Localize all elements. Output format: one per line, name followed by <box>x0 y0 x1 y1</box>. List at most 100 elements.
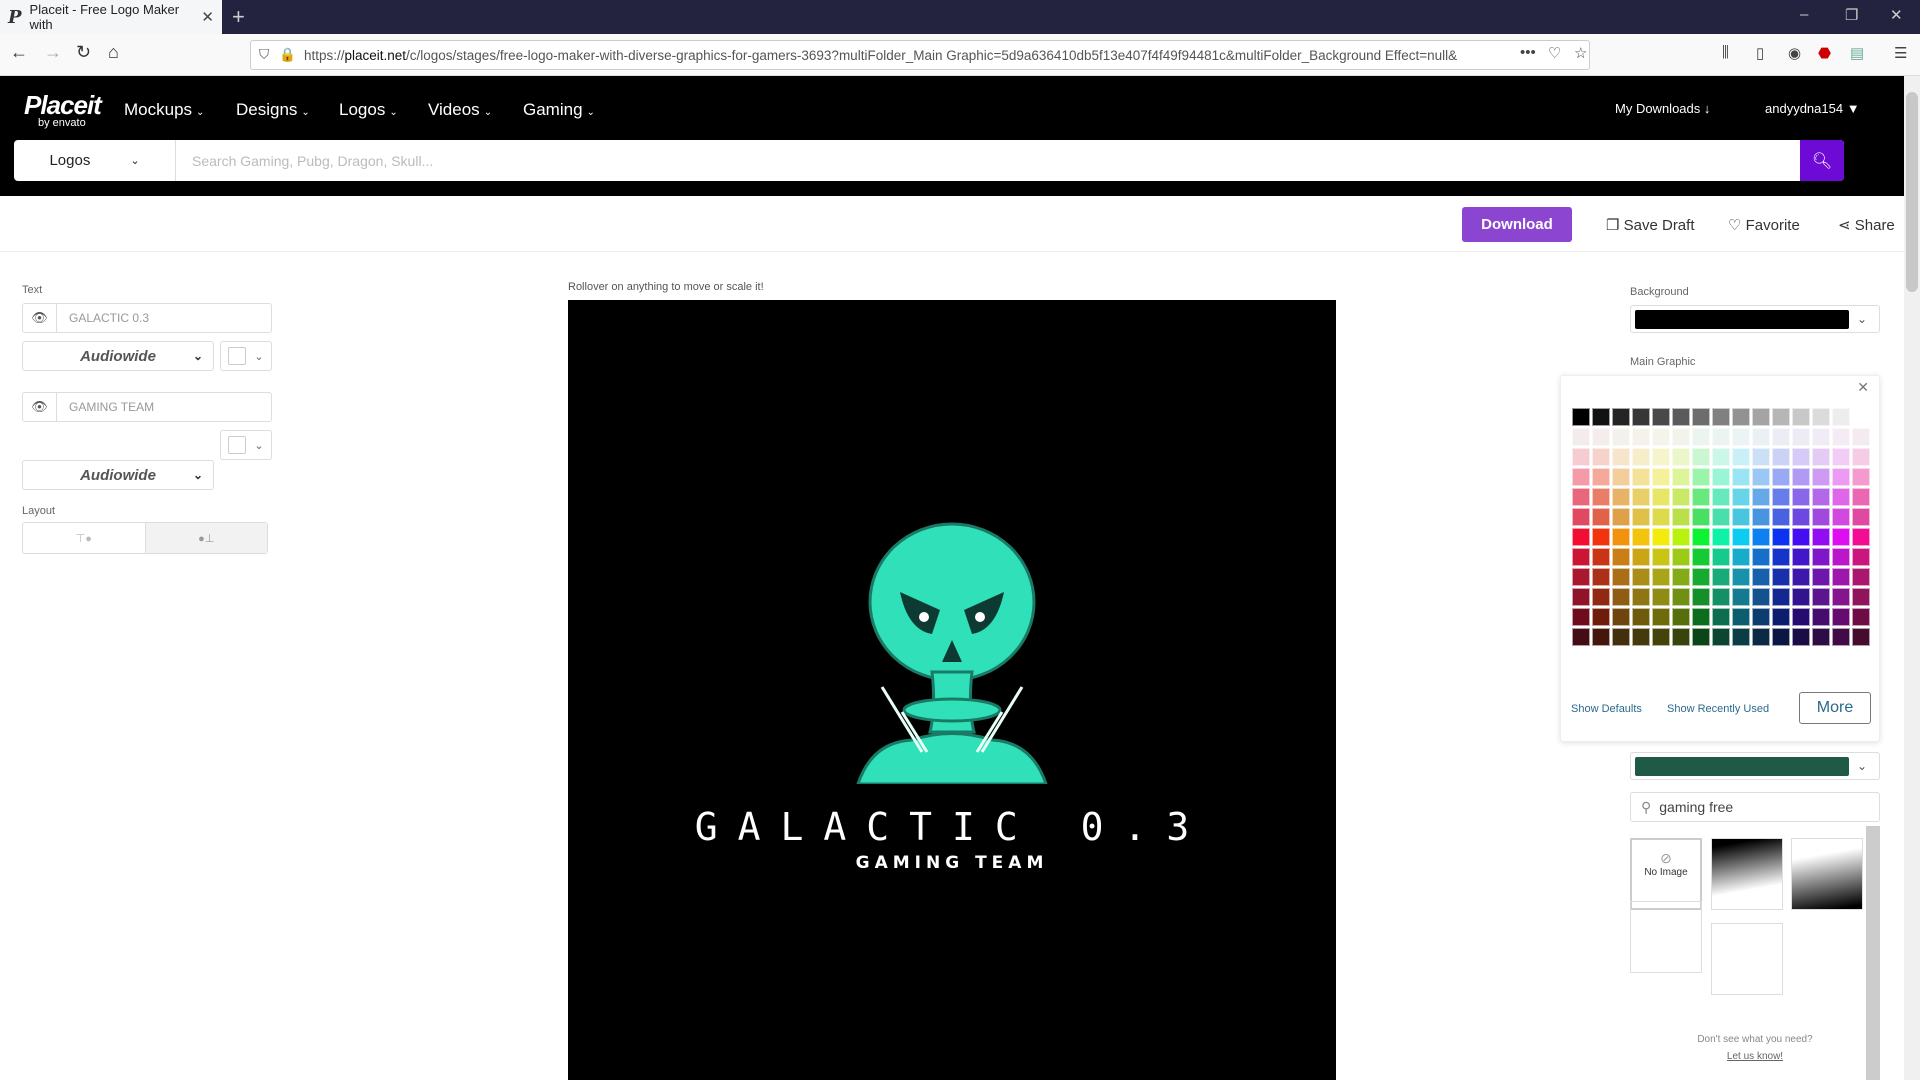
color-cell[interactable] <box>1832 468 1850 486</box>
color-cell[interactable] <box>1792 428 1810 446</box>
my-downloads-link[interactable]: My Downloads ↓ <box>1615 101 1710 116</box>
color-cell[interactable] <box>1592 468 1610 486</box>
color-cell[interactable] <box>1692 588 1710 606</box>
color-cell[interactable] <box>1732 548 1750 566</box>
show-recently-used-link[interactable]: Show Recently Used <box>1667 703 1769 715</box>
color-cell[interactable] <box>1672 548 1690 566</box>
color-cell[interactable] <box>1612 568 1630 586</box>
color-cell[interactable] <box>1732 568 1750 586</box>
color-cell[interactable] <box>1852 448 1870 466</box>
color-cell[interactable] <box>1652 508 1670 526</box>
color-cell[interactable] <box>1812 568 1830 586</box>
adblock-icon[interactable]: ⬣ <box>1818 44 1831 62</box>
color-cell[interactable] <box>1672 568 1690 586</box>
color-cell[interactable] <box>1652 548 1670 566</box>
color-cell[interactable] <box>1572 548 1590 566</box>
search-input[interactable] <box>176 140 1800 181</box>
color-cell[interactable] <box>1572 608 1590 626</box>
font-select-2[interactable]: Audiowide ⌄ <box>22 460 214 490</box>
more-actions-icon[interactable]: ••• <box>1520 44 1536 61</box>
color-cell[interactable] <box>1692 548 1710 566</box>
color-cell[interactable] <box>1732 428 1750 446</box>
back-button[interactable]: ← <box>10 42 28 63</box>
color-cell[interactable] <box>1752 568 1770 586</box>
share-button[interactable]: ⋖ Share <box>1838 216 1895 234</box>
color-cell[interactable] <box>1672 528 1690 546</box>
color-cell[interactable] <box>1692 428 1710 446</box>
more-colors-button[interactable]: More <box>1799 692 1871 724</box>
color-cell[interactable] <box>1752 408 1770 426</box>
color-cell[interactable] <box>1752 548 1770 566</box>
color-cell[interactable] <box>1712 468 1730 486</box>
color-cell[interactable] <box>1632 588 1650 606</box>
color-cell[interactable] <box>1712 428 1730 446</box>
color-cell[interactable] <box>1792 448 1810 466</box>
color-cell[interactable] <box>1692 448 1710 466</box>
color-cell[interactable] <box>1572 468 1590 486</box>
eye-icon[interactable]: 👁︎ <box>23 304 57 332</box>
color-cell[interactable] <box>1612 408 1630 426</box>
color-cell[interactable] <box>1792 408 1810 426</box>
color-cell[interactable] <box>1612 548 1630 566</box>
color-cell[interactable] <box>1572 528 1590 546</box>
color-cell[interactable] <box>1812 468 1830 486</box>
color-cell[interactable] <box>1632 568 1650 586</box>
color-cell[interactable] <box>1592 428 1610 446</box>
color-cell[interactable] <box>1812 428 1830 446</box>
background-thumbnail[interactable] <box>1630 901 1702 973</box>
reload-button[interactable]: ↻ <box>76 42 91 63</box>
color-cell[interactable] <box>1732 468 1750 486</box>
logo-subtitle-text[interactable]: GAMING TEAM <box>568 853 1336 873</box>
menu-mockups[interactable]: Mockups ⌄ <box>124 100 204 120</box>
color-cell[interactable] <box>1672 508 1690 526</box>
color-cell[interactable] <box>1692 628 1710 646</box>
color-cell[interactable] <box>1792 508 1810 526</box>
color-cell[interactable] <box>1812 448 1830 466</box>
color-cell[interactable] <box>1652 468 1670 486</box>
color-cell[interactable] <box>1812 508 1830 526</box>
color-cell[interactable] <box>1592 448 1610 466</box>
color-cell[interactable] <box>1772 488 1790 506</box>
extension-icon[interactable]: ▤ <box>1850 44 1864 62</box>
color-cell[interactable] <box>1612 468 1630 486</box>
color-cell[interactable] <box>1852 608 1870 626</box>
color-cell[interactable] <box>1652 528 1670 546</box>
color-cell[interactable] <box>1632 408 1650 426</box>
color-cell[interactable] <box>1632 488 1650 506</box>
color-cell[interactable] <box>1612 528 1630 546</box>
logo-title-text[interactable]: GALACTIC 0.3 <box>568 805 1336 849</box>
color-cell[interactable] <box>1672 488 1690 506</box>
color-cell[interactable] <box>1852 568 1870 586</box>
home-button[interactable]: ⌂ <box>108 42 119 63</box>
color-cell[interactable] <box>1712 568 1730 586</box>
color-cell[interactable] <box>1712 408 1730 426</box>
account-icon[interactable]: ◉ <box>1788 44 1801 62</box>
color-cell[interactable] <box>1632 448 1650 466</box>
color-cell[interactable] <box>1692 488 1710 506</box>
color-cell[interactable] <box>1672 408 1690 426</box>
minimize-button[interactable]: – <box>1800 6 1808 23</box>
restore-button[interactable]: ❐ <box>1845 6 1858 24</box>
color-cell[interactable] <box>1632 428 1650 446</box>
color-cell[interactable] <box>1832 588 1850 606</box>
color-cell[interactable] <box>1752 488 1770 506</box>
color-cell[interactable] <box>1612 628 1630 646</box>
color-cell[interactable] <box>1732 528 1750 546</box>
no-image-option[interactable]: ⊘ No Image <box>1630 838 1702 910</box>
color-cell[interactable] <box>1792 528 1810 546</box>
color-cell[interactable] <box>1712 448 1730 466</box>
color-cell[interactable] <box>1672 448 1690 466</box>
color-cell[interactable] <box>1812 408 1830 426</box>
menu-icon[interactable]: ☰ <box>1894 44 1907 62</box>
show-defaults-link[interactable]: Show Defaults <box>1571 703 1642 715</box>
color-cell[interactable] <box>1592 408 1610 426</box>
color-cell[interactable] <box>1572 588 1590 606</box>
color-cell[interactable] <box>1592 628 1610 646</box>
color-cell[interactable] <box>1752 528 1770 546</box>
background-color-select[interactable]: ⌄ <box>1630 305 1880 333</box>
close-tab-icon[interactable]: ✕ <box>201 8 214 26</box>
text-line-2-field[interactable]: 👁︎ GAMING TEAM <box>22 392 272 422</box>
placeit-logo[interactable]: Placeit by envato <box>24 90 102 129</box>
color-cell[interactable] <box>1652 568 1670 586</box>
color-cell[interactable] <box>1732 488 1750 506</box>
